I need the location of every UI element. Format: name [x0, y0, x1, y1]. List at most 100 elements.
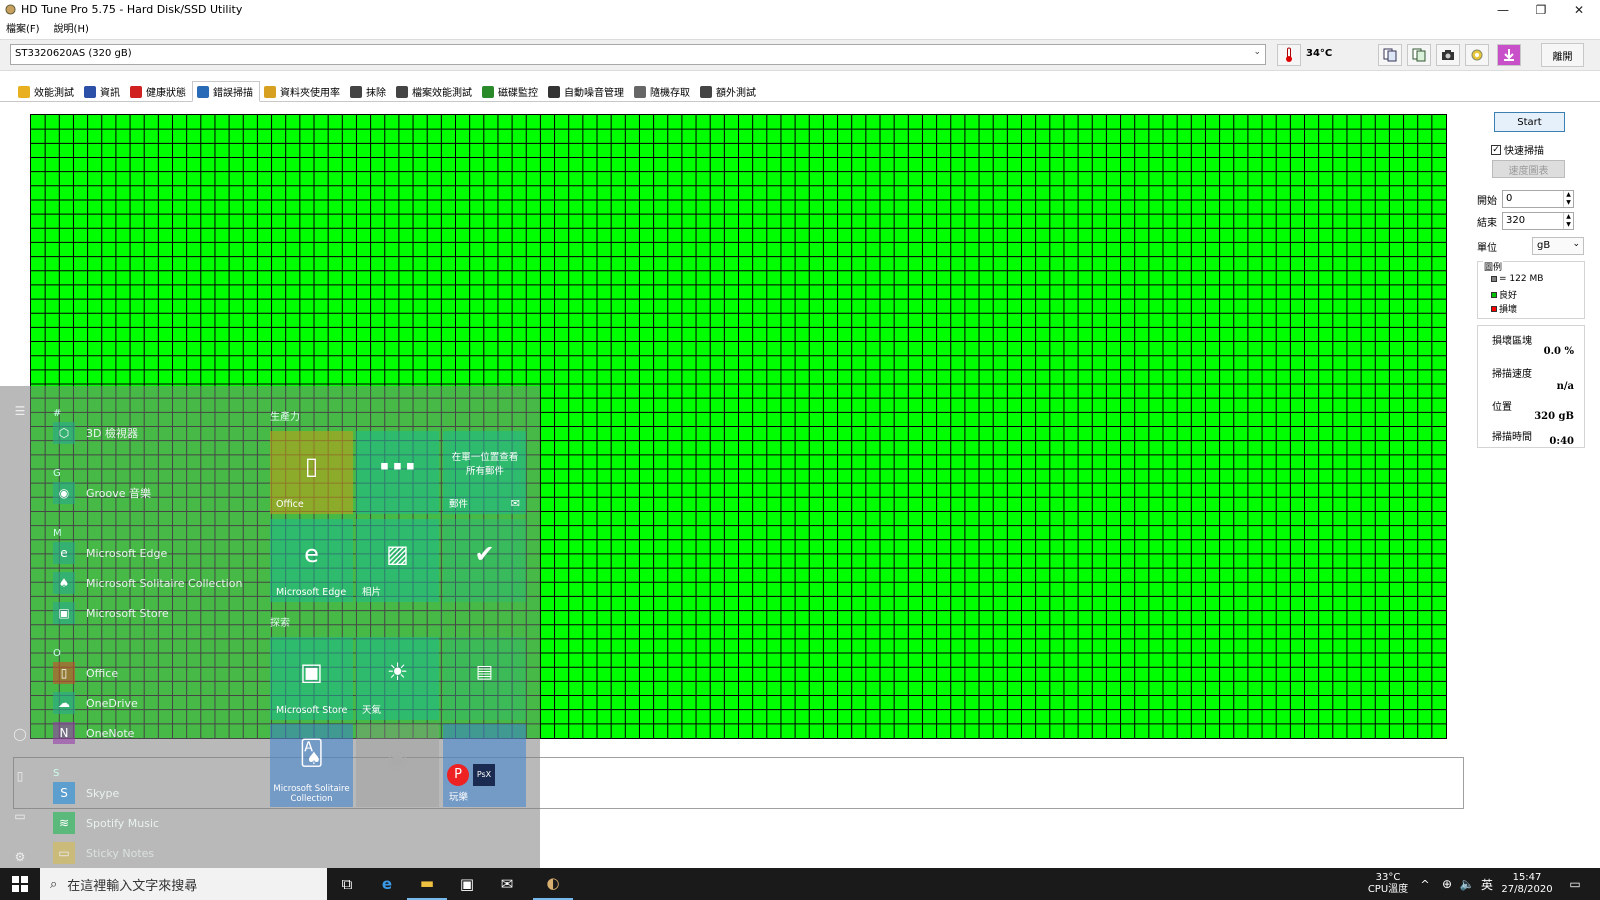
- file-explorer-icon[interactable]: ▬: [407, 868, 447, 900]
- tile-todo[interactable]: ✔: [443, 519, 526, 602]
- app-3d-viewer[interactable]: ⬡ 3D 檢視器: [53, 422, 138, 444]
- options-button[interactable]: [1465, 44, 1489, 66]
- hamburger-icon[interactable]: ☰: [13, 404, 27, 418]
- windows-start-button[interactable]: [0, 868, 40, 900]
- app-office[interactable]: ▯ Office: [53, 662, 118, 684]
- menu-file[interactable]: 檔案(F): [6, 20, 40, 35]
- task-view-icon[interactable]: ⧉: [327, 868, 367, 900]
- spin-up-icon[interactable]: ▲: [1563, 213, 1573, 221]
- letter-header[interactable]: O: [53, 648, 61, 659]
- tab-5[interactable]: 抹除: [346, 81, 392, 102]
- menu-help[interactable]: 說明(H): [54, 20, 89, 35]
- hdtune-taskbar-icon[interactable]: ◐: [533, 868, 573, 900]
- app-onedrive[interactable]: ☁ OneDrive: [53, 692, 138, 714]
- exit-button[interactable]: 離開: [1541, 43, 1584, 67]
- tab-2[interactable]: 健康狀態: [126, 81, 192, 102]
- minimize-button[interactable]: —: [1484, 0, 1522, 19]
- pictures-icon[interactable]: ▭: [13, 809, 27, 823]
- app-onenote[interactable]: N OneNote: [53, 722, 134, 744]
- app-groove-music[interactable]: ◉ Groove 音樂: [53, 482, 151, 504]
- taskbar-search[interactable]: ⌕ 在這裡輸入文字來搜尋: [40, 868, 327, 900]
- tab-label: 磁碟監控: [498, 88, 538, 99]
- copy-screenshot-button[interactable]: [1407, 44, 1431, 66]
- tile-office-apps[interactable]: ▪ ▪ ▪: [356, 431, 439, 514]
- mail-icon[interactable]: ✉: [487, 868, 527, 900]
- tab-8[interactable]: 自動噪音管理: [544, 81, 630, 102]
- network-icon[interactable]: ⊕: [1436, 868, 1458, 900]
- spotify-icon: ◉: [387, 744, 408, 773]
- tab-bar: 效能測試 資訊 健康狀態 錯誤掃描 資料夾使用率 抹除 檔案效能測試 磁碟監控 自動噪音管理 隨機…: [0, 81, 1600, 102]
- tab-1[interactable]: 資訊: [80, 81, 126, 102]
- app-sticky-notes[interactable]: ▭ Sticky Notes: [53, 842, 154, 864]
- tab-9[interactable]: 隨機存取: [630, 81, 696, 102]
- app-label: 3D 檢視器: [86, 427, 138, 440]
- tile-edge[interactable]: e Microsoft Edge: [270, 519, 353, 602]
- tab-7[interactable]: 磁碟監控: [478, 81, 544, 102]
- tile-office[interactable]: ▯ Office: [270, 431, 353, 514]
- taskbar: ⌕ 在這裡輸入文字來搜尋 ⧉ e ▬ ▣ ✉ ◐ 33°C CPU溫度 ^ ⊕ …: [0, 868, 1600, 900]
- start-field-label: 開始: [1477, 196, 1497, 207]
- tile-store[interactable]: ▣ Microsoft Store: [270, 637, 353, 720]
- chevron-up-icon[interactable]: ^: [1414, 868, 1436, 900]
- tab-6[interactable]: 檔案效能測試: [392, 81, 478, 102]
- unit-select[interactable]: gB ⌄: [1532, 237, 1584, 255]
- legend-title: 圖例: [1483, 260, 1504, 273]
- tab-icon: [197, 85, 209, 98]
- tile-play[interactable]: P PsX 玩樂: [443, 724, 526, 807]
- app-label: Skype: [86, 786, 120, 800]
- tab-label: 抹除: [366, 88, 386, 99]
- letter-header[interactable]: M: [53, 528, 62, 539]
- tab-label: 檔案效能測試: [412, 88, 472, 99]
- quick-scan-checkbox[interactable]: ✓ 快速掃描: [1491, 142, 1544, 157]
- copy-info-button[interactable]: [1378, 44, 1402, 66]
- settings-icon[interactable]: ⚙: [13, 850, 27, 864]
- spin-down-icon[interactable]: ▼: [1563, 199, 1573, 207]
- tile-weather[interactable]: ☀ 天氣: [356, 637, 439, 720]
- legend-label: 損壞: [1499, 305, 1518, 315]
- notification-icon[interactable]: ▭: [1560, 868, 1590, 900]
- tab-0[interactable]: 效能測試: [14, 81, 80, 102]
- start-scan-button[interactable]: Start: [1494, 112, 1565, 132]
- user-icon[interactable]: ◯: [13, 727, 27, 741]
- tab-3[interactable]: 錯誤掃描: [192, 81, 260, 102]
- app-label: Office: [86, 666, 119, 680]
- drive-select[interactable]: ST3320620AS (320 gB) ⌄: [10, 44, 1266, 65]
- letter-header[interactable]: S: [53, 768, 59, 779]
- camera-icon[interactable]: [1436, 44, 1460, 66]
- tile-solitaire[interactable]: 🂡 Microsoft Solitaire Collection: [270, 724, 353, 807]
- save-button[interactable]: [1497, 44, 1521, 66]
- tile-group-productivity[interactable]: 生產力: [270, 408, 300, 423]
- restore-button[interactable]: ❐: [1522, 0, 1560, 19]
- tile-group-explore[interactable]: 探索: [270, 614, 290, 629]
- app-spotify[interactable]: ≋ Spotify Music: [53, 812, 159, 834]
- document-icon[interactable]: ▯: [13, 769, 27, 783]
- edge-icon: e: [53, 542, 75, 564]
- photoshop-express-icon: PsX: [473, 764, 495, 786]
- store-icon[interactable]: ▣: [447, 868, 487, 900]
- tab-10[interactable]: 額外測試: [696, 81, 762, 102]
- start-field[interactable]: 0 ▲ ▼: [1502, 190, 1574, 208]
- news-icon: ▤: [475, 661, 494, 683]
- cpu-temp-widget[interactable]: 33°C CPU溫度: [1362, 868, 1414, 900]
- letter-header[interactable]: #: [53, 408, 61, 419]
- close-button[interactable]: ✕: [1560, 0, 1598, 19]
- tile-news[interactable]: ▤: [443, 637, 526, 720]
- letter-header[interactable]: G: [53, 468, 61, 479]
- end-field[interactable]: 320 ▲ ▼: [1502, 212, 1574, 230]
- spin-down-icon[interactable]: ▼: [1563, 221, 1573, 229]
- speed-chart-button[interactable]: 速度圖表: [1492, 160, 1565, 178]
- edge-icon[interactable]: e: [367, 868, 407, 900]
- ime-indicator[interactable]: 英: [1476, 868, 1498, 900]
- app-microsoft-edge[interactable]: e Microsoft Edge: [53, 542, 167, 564]
- app-label: Spotify Music: [86, 816, 160, 830]
- tile-photos[interactable]: ▨ 相片: [356, 519, 439, 602]
- tile-mail[interactable]: 在單一位置查看所有郵件 郵件 ✉: [443, 431, 526, 514]
- volume-icon[interactable]: 🔈: [1456, 868, 1478, 900]
- app-solitaire[interactable]: ♠ Microsoft Solitaire Collection: [53, 572, 242, 594]
- app-skype[interactable]: S Skype: [53, 782, 119, 804]
- tile-spotify[interactable]: ◉: [356, 724, 439, 807]
- tab-4[interactable]: 資料夾使用率: [260, 81, 346, 102]
- clock[interactable]: 15:47 27/8/2020: [1499, 868, 1555, 900]
- app-microsoft-store[interactable]: ▣ Microsoft Store: [53, 602, 169, 624]
- spin-up-icon[interactable]: ▲: [1563, 191, 1573, 199]
